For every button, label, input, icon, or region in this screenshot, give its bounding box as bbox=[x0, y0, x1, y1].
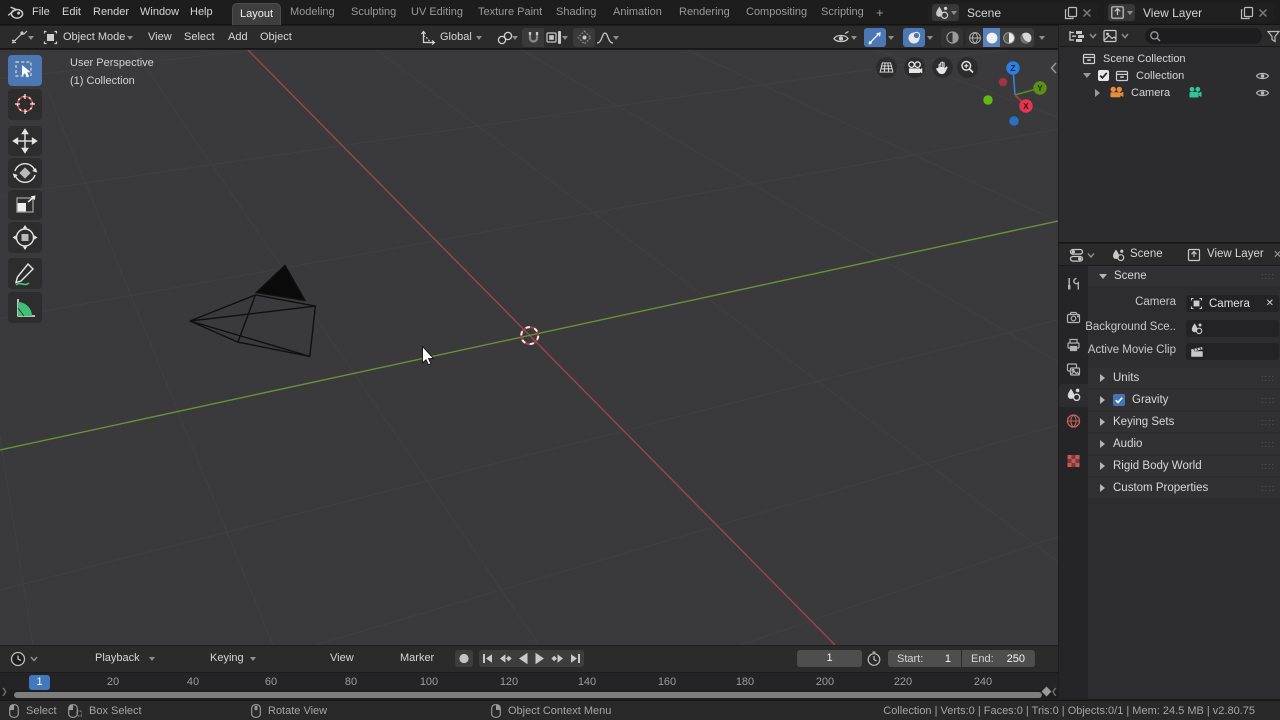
svg-text:Z: Z bbox=[1010, 63, 1015, 73]
svg-text:Y: Y bbox=[1037, 83, 1043, 93]
svg-text:X: X bbox=[1023, 101, 1029, 111]
